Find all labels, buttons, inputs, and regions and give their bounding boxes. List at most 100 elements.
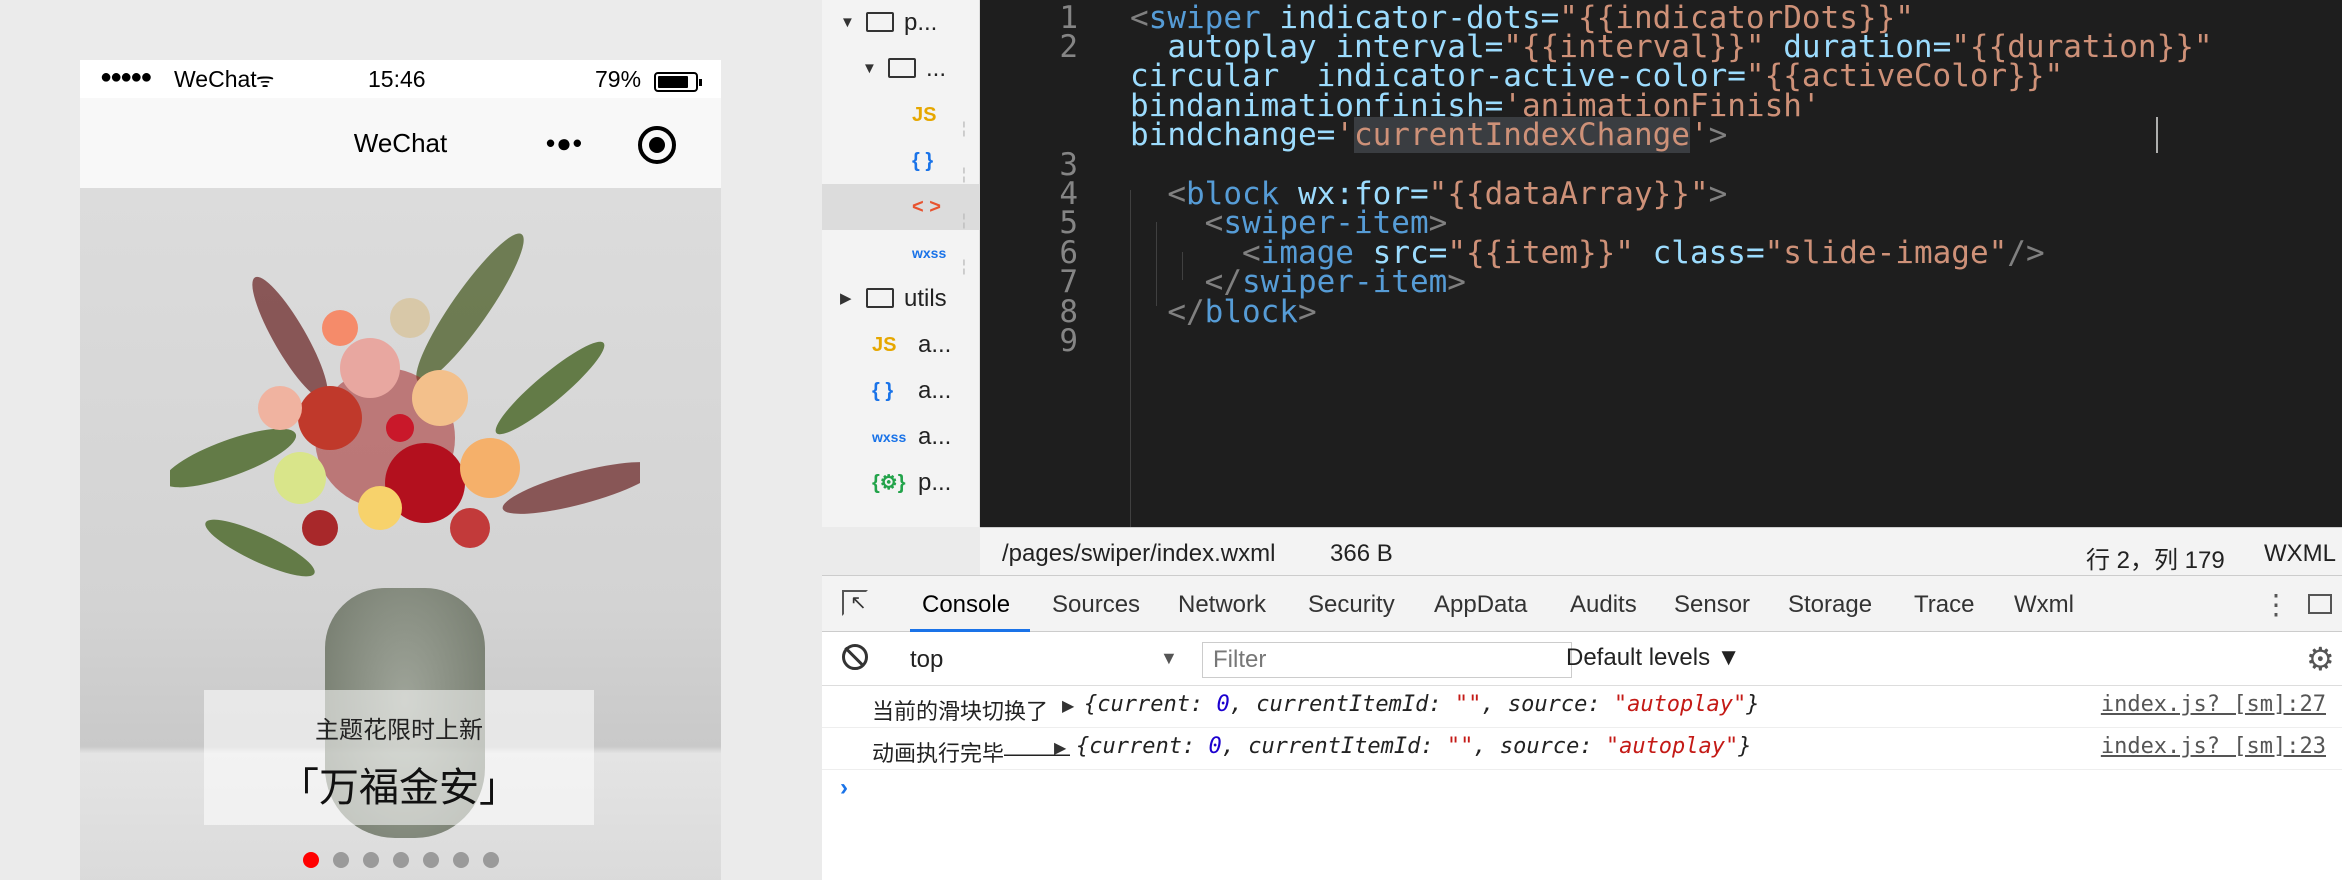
cursor-position[interactable]: 行 2，列 179 <box>2086 540 2225 575</box>
file-tree-item[interactable]: ▼... <box>822 46 980 92</box>
code-line-2d: bindchange='currentIndexChange'> <box>1130 117 1728 153</box>
file-tree-item[interactable]: JS ¦ <box>822 92 980 138</box>
indicator-dot[interactable] <box>452 852 469 868</box>
dock-side-icon[interactable] <box>2308 594 2332 614</box>
file-tree-item[interactable]: JS a... <box>822 322 980 368</box>
console-log-row: 当前的滑块切换了 ▶ {current: 0, currentItemId: "",… <box>822 686 2342 728</box>
editor-status-bar: /pages/swiper/index.wxml 366 B 行 2，列 179… <box>980 527 2342 575</box>
wifi-icon: ᯤ <box>256 70 275 92</box>
wxss-file-icon: wxss <box>912 245 947 261</box>
tab-appdata[interactable]: AppData <box>1434 591 1527 619</box>
expand-object-icon[interactable]: ▶ <box>1062 696 1074 716</box>
battery-icon <box>654 72 702 92</box>
chevron-down-icon[interactable]: ▼ <box>840 0 855 46</box>
log-levels-dropdown[interactable]: Default levels ▼ <box>1566 644 1741 672</box>
code-editor[interactable]: <swiper indicator-dots="{{indicatorDots}… <box>980 0 2342 527</box>
wechat-devtools-window: ●●●●● WeChat ᯤ 15:46 79% WeChat •●• 主题花限… <box>0 0 2342 880</box>
console-log-row: 动画执行完毕——— ▶ {current: 0, currentItemId: ""… <box>822 728 2342 770</box>
status-bar: ●●●●● WeChat ᯤ 15:46 79% <box>80 60 721 98</box>
tab-console[interactable]: Console <box>922 591 1010 619</box>
status-time: 15:46 <box>368 66 426 92</box>
more-icon[interactable]: •●• <box>546 128 583 159</box>
log-source-link[interactable]: index.js? [sm]:27 <box>2101 692 2326 717</box>
file-tree-label: utils <box>904 285 947 312</box>
file-tree-label: a... <box>918 331 952 358</box>
indicator-dot[interactable] <box>482 852 499 868</box>
language-mode[interactable]: WXML <box>2264 540 2336 568</box>
folder-icon <box>866 288 894 308</box>
caption-subtitle: 主题花限时上新 <box>315 717 483 744</box>
text-cursor <box>2156 117 2158 153</box>
file-tree-label: a... <box>918 423 952 450</box>
line-number: 9 <box>1059 323 1078 359</box>
file-path: /pages/swiper/index.wxml <box>1002 540 1276 567</box>
file-tree-label: a... <box>918 377 952 404</box>
log-source-link[interactable]: index.js? [sm]:23 <box>2101 734 2326 759</box>
file-tree-item[interactable]: wxss ¦ <box>822 230 980 276</box>
log-message: 当前的滑块切换了 <box>872 699 1049 724</box>
indicator-dot[interactable] <box>392 852 409 868</box>
js-file-icon: JS <box>872 334 897 356</box>
wxml-file-icon: < > <box>912 196 941 218</box>
file-tree-item[interactable]: < > ¦ <box>822 184 980 230</box>
context-selector[interactable]: top ▼ <box>888 644 1188 674</box>
chevron-right-icon[interactable]: ▶ <box>840 276 852 322</box>
clear-console-icon[interactable] <box>842 644 868 670</box>
indicator-dot[interactable] <box>332 852 349 868</box>
chevron-down-icon: ▼ <box>1160 648 1178 668</box>
chevron-down-icon[interactable]: ▼ <box>862 46 877 92</box>
folder-icon <box>866 12 894 32</box>
file-tree-item[interactable]: wxss a... <box>822 414 980 460</box>
tab-security[interactable]: Security <box>1308 591 1395 619</box>
js-file-icon: JS <box>912 104 937 126</box>
console-toolbar: top ▼ Default levels ▼ ⚙ <box>822 632 2342 686</box>
log-object-preview[interactable]: {current: 0, currentItemId: "", source: … <box>1084 692 1760 717</box>
console-prompt-icon[interactable]: › <box>840 774 848 802</box>
phone-screen: ●●●●● WeChat ᯤ 15:46 79% WeChat •●• 主题花限… <box>80 60 721 880</box>
log-object-preview[interactable]: {current: 0, currentItemId: "", source: … <box>1076 734 1752 759</box>
file-tree-label: p... <box>918 469 952 496</box>
swiper-carousel[interactable]: 主题花限时上新 「万福金安」 <box>80 188 721 880</box>
file-tree-item[interactable]: ▶ utils <box>822 276 980 322</box>
indicator-dot[interactable] <box>302 852 319 868</box>
tab-trace[interactable]: Trace <box>1914 591 1974 619</box>
json-file-icon: { } <box>872 380 894 402</box>
config-file-icon: {⚙} <box>872 472 906 494</box>
tab-wxml[interactable]: Wxml <box>2014 591 2074 619</box>
mini-program-navbar: WeChat •●• <box>80 98 721 188</box>
line-number: 2 <box>1059 29 1078 65</box>
expand-object-icon[interactable]: ▶ <box>1054 738 1066 758</box>
folder-icon <box>888 58 916 78</box>
log-message: 动画执行完毕——— <box>872 741 1071 766</box>
gear-icon[interactable]: ⚙ <box>2306 640 2335 678</box>
carrier-label: WeChat <box>174 66 257 92</box>
devtools-panel: ⋮ Console Sources Network Security AppData Au… <box>822 575 2342 880</box>
file-tree-item[interactable]: ▼ p... <box>822 0 980 46</box>
indicator-dot[interactable] <box>362 852 379 868</box>
devtools-tab-bar: ⋮ Console Sources Network Security AppData Au… <box>822 576 2342 632</box>
more-options-icon[interactable]: ⋮ <box>2262 588 2290 621</box>
tab-sources[interactable]: Sources <box>1052 591 1140 619</box>
tab-network[interactable]: Network <box>1178 591 1266 619</box>
file-size: 366 B <box>1330 540 1393 567</box>
signal-icon: ●●●●● <box>100 66 152 88</box>
close-capsule-icon[interactable] <box>638 126 676 164</box>
tab-storage[interactable]: Storage <box>1788 591 1872 619</box>
swiper-caption: 主题花限时上新 「万福金安」 <box>204 690 594 825</box>
file-tree-item[interactable]: { } a... <box>822 368 980 414</box>
wxss-file-icon: wxss <box>872 429 907 445</box>
tab-audits[interactable]: Audits <box>1570 591 1637 619</box>
caption-title: 「万福金安」 <box>279 766 519 810</box>
file-tree-label: ... <box>926 55 947 82</box>
console-filter-input[interactable] <box>1202 642 1572 678</box>
file-tree-item[interactable]: { } ¦ <box>822 138 980 184</box>
json-file-icon: { } <box>912 150 934 172</box>
swiper-indicator-dots <box>80 852 721 873</box>
indicator-dot[interactable] <box>422 852 439 868</box>
file-tree-item[interactable]: {⚙} p... <box>822 460 980 506</box>
simulator-panel: ●●●●● WeChat ᯤ 15:46 79% WeChat •●• 主题花限… <box>0 0 822 880</box>
file-tree: ▼ p... ▼... JS ¦{ } ¦ < > ¦ wxss ¦ ▶ utils JS a...{ }… <box>822 0 980 527</box>
tab-sensor[interactable]: Sensor <box>1674 591 1750 619</box>
inspect-element-icon[interactable] <box>842 590 868 616</box>
code-line-8: </block> <box>1167 294 1317 330</box>
